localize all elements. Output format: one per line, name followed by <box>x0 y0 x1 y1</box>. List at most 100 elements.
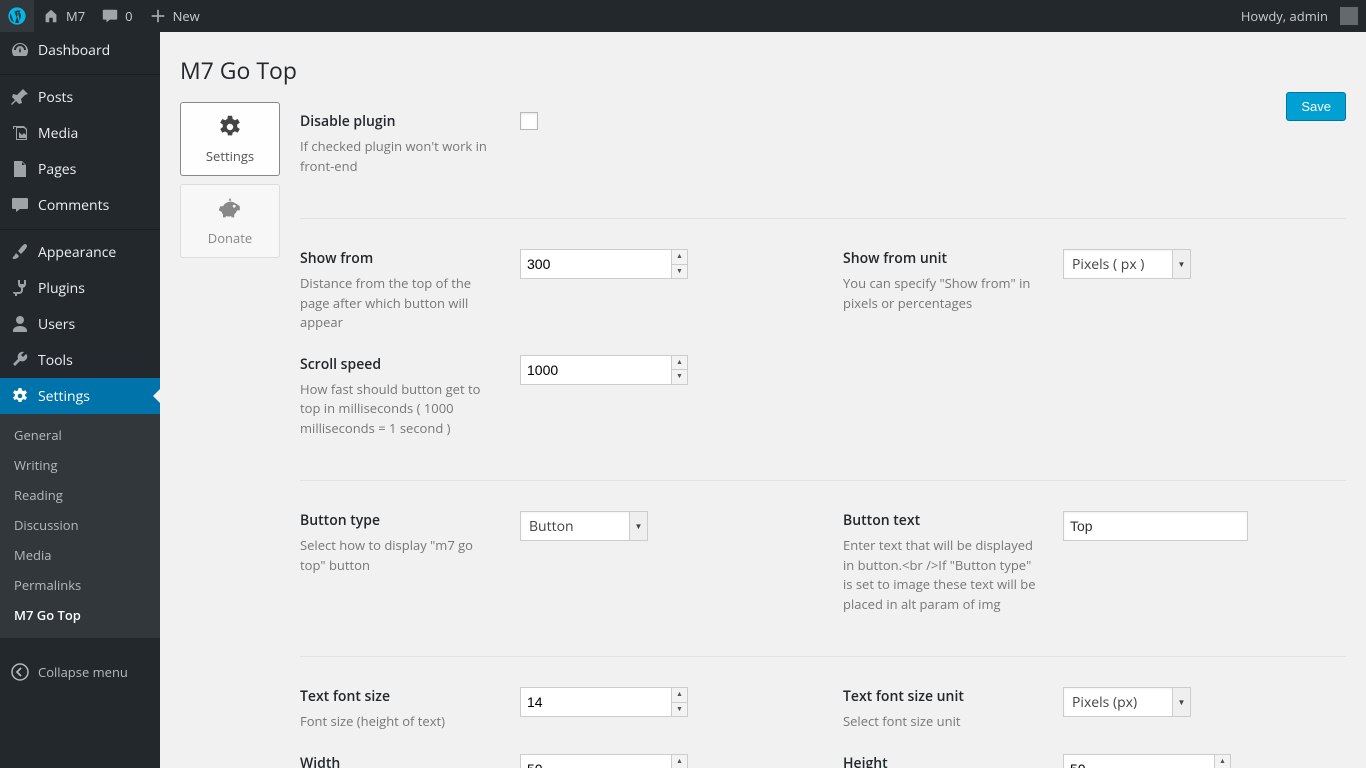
button-type-select[interactable]: Button ▼ <box>520 511 648 541</box>
toolbar-new[interactable]: New <box>141 0 208 32</box>
spinner-down-icon[interactable]: ▼ <box>672 702 687 717</box>
toolbar-site-name: M7 <box>66 7 85 25</box>
sidebar-label: Tools <box>38 351 73 370</box>
show-from-field[interactable] <box>521 250 671 278</box>
scroll-speed-field[interactable] <box>521 356 671 384</box>
sidebar-item-users[interactable]: Users <box>0 306 160 342</box>
sidebar-item-comments[interactable]: Comments <box>0 187 160 223</box>
sidebar-item-dashboard[interactable]: Dashboard <box>0 32 160 68</box>
submenu-reading[interactable]: Reading <box>0 480 160 510</box>
submenu-general[interactable]: General <box>0 420 160 450</box>
button-text-desc: Enter text that will be displayed in but… <box>843 536 1043 614</box>
select-value: Pixels ( px ) <box>1064 250 1172 278</box>
disable-plugin-label: Disable plugin <box>300 112 500 131</box>
avatar <box>1340 7 1358 25</box>
font-size-label: Text font size <box>300 687 500 706</box>
chat-icon <box>10 195 30 215</box>
show-from-input[interactable]: ▲▼ <box>520 249 688 279</box>
sidebar-item-plugins[interactable]: Plugins <box>0 270 160 306</box>
sidebar-item-media[interactable]: Media <box>0 115 160 151</box>
sidebar-item-appearance[interactable]: Appearance <box>0 229 160 270</box>
sidebar-label: Settings <box>38 387 90 406</box>
admin-toolbar: M7 0 New Howdy, admin <box>0 0 1366 32</box>
disable-plugin-desc: If checked plugin won't work in front-en… <box>300 137 500 176</box>
collapse-menu[interactable]: Collapse menu <box>0 652 160 692</box>
spinner-up-icon[interactable]: ▲ <box>672 250 687 264</box>
sidebar-item-posts[interactable]: Posts <box>0 74 160 115</box>
spinner-up-icon[interactable]: ▲ <box>672 755 687 768</box>
page-title: M7 Go Top <box>180 42 1346 102</box>
submenu-discussion[interactable]: Discussion <box>0 510 160 540</box>
toolbar-comments[interactable]: 0 <box>93 0 140 32</box>
media-icon <box>10 123 30 143</box>
plug-icon <box>10 278 30 298</box>
show-from-unit-label: Show from unit <box>843 249 1043 268</box>
plus-icon <box>149 7 167 25</box>
spinner-up-icon[interactable]: ▲ <box>1215 755 1230 768</box>
save-button[interactable]: Save <box>1286 92 1346 121</box>
chevron-down-icon[interactable]: ▼ <box>629 512 647 540</box>
submenu-media[interactable]: Media <box>0 540 160 570</box>
sidebar-label: Users <box>38 315 75 334</box>
sidebar-label: Posts <box>38 88 73 107</box>
show-from-unit-desc: You can specify "Show from" in pixels or… <box>843 274 1043 313</box>
settings-form: Save Disable plugin If checked plugin wo… <box>300 102 1346 768</box>
width-field[interactable] <box>521 755 671 768</box>
collapse-icon <box>10 662 30 682</box>
button-type-desc: Select how to display "m7 go top" button <box>300 536 500 575</box>
button-type-label: Button type <box>300 511 500 530</box>
toolbar-howdy: Howdy, admin <box>1241 7 1328 25</box>
font-size-unit-desc: Select font size unit <box>843 712 1043 732</box>
tab-donate[interactable]: Donate <box>180 184 280 258</box>
brush-icon <box>10 242 30 262</box>
chevron-down-icon[interactable]: ▼ <box>1172 688 1190 716</box>
sidebar-label: Pages <box>38 160 76 179</box>
dashboard-icon <box>10 40 30 60</box>
user-icon <box>10 314 30 334</box>
select-value: Pixels (px) <box>1064 688 1172 716</box>
admin-sidebar: Dashboard Posts Media Pages Comments App… <box>0 32 160 768</box>
tab-settings[interactable]: Settings <box>180 102 280 176</box>
font-size-desc: Font size (height of text) <box>300 712 500 732</box>
spinner-down-icon[interactable]: ▼ <box>672 369 687 384</box>
main-content[interactable]: M7 Go Top Settings Donate Save <box>160 32 1366 768</box>
chat-icon <box>101 7 119 25</box>
select-value: Button <box>521 512 629 540</box>
gear-icon <box>10 386 30 406</box>
spinner-up-icon[interactable]: ▲ <box>672 356 687 370</box>
gear-icon <box>216 113 244 141</box>
tab-label: Donate <box>208 229 252 247</box>
font-size-unit-select[interactable]: Pixels (px) ▼ <box>1063 687 1191 717</box>
toolbar-site-link[interactable]: M7 <box>34 0 93 32</box>
tab-column: Settings Donate <box>180 102 280 266</box>
submenu-permalinks[interactable]: Permalinks <box>0 570 160 600</box>
height-field[interactable] <box>1064 755 1214 768</box>
submenu-m7-go-top[interactable]: M7 Go Top <box>0 600 160 630</box>
font-size-unit-label: Text font size unit <box>843 687 1043 706</box>
home-icon <box>42 7 60 25</box>
width-input[interactable]: ▲▼ <box>520 754 688 768</box>
toolbar-account[interactable]: Howdy, admin <box>1233 0 1366 32</box>
sidebar-label: Media <box>38 124 78 143</box>
sidebar-item-pages[interactable]: Pages <box>0 151 160 187</box>
sidebar-item-tools[interactable]: Tools <box>0 342 160 378</box>
sidebar-item-settings[interactable]: Settings <box>0 378 160 414</box>
button-text-input[interactable] <box>1063 511 1248 541</box>
wordpress-icon <box>8 7 26 25</box>
height-input[interactable]: ▲▼ <box>1063 754 1231 768</box>
spinner-up-icon[interactable]: ▲ <box>672 688 687 702</box>
sidebar-label: Dashboard <box>38 41 110 60</box>
pin-icon <box>10 87 30 107</box>
toolbar-wp-logo[interactable] <box>0 0 34 32</box>
spinner-down-icon[interactable]: ▼ <box>672 264 687 279</box>
show-from-unit-select[interactable]: Pixels ( px ) ▼ <box>1063 249 1191 279</box>
toolbar-new-label: New <box>173 7 200 25</box>
disable-plugin-checkbox[interactable] <box>520 112 538 130</box>
sidebar-label: Appearance <box>38 243 116 262</box>
submenu-writing[interactable]: Writing <box>0 450 160 480</box>
show-from-label: Show from <box>300 249 500 268</box>
scroll-speed-input[interactable]: ▲▼ <box>520 355 688 385</box>
font-size-input[interactable]: ▲▼ <box>520 687 688 717</box>
chevron-down-icon[interactable]: ▼ <box>1172 250 1190 278</box>
font-size-field[interactable] <box>521 688 671 716</box>
